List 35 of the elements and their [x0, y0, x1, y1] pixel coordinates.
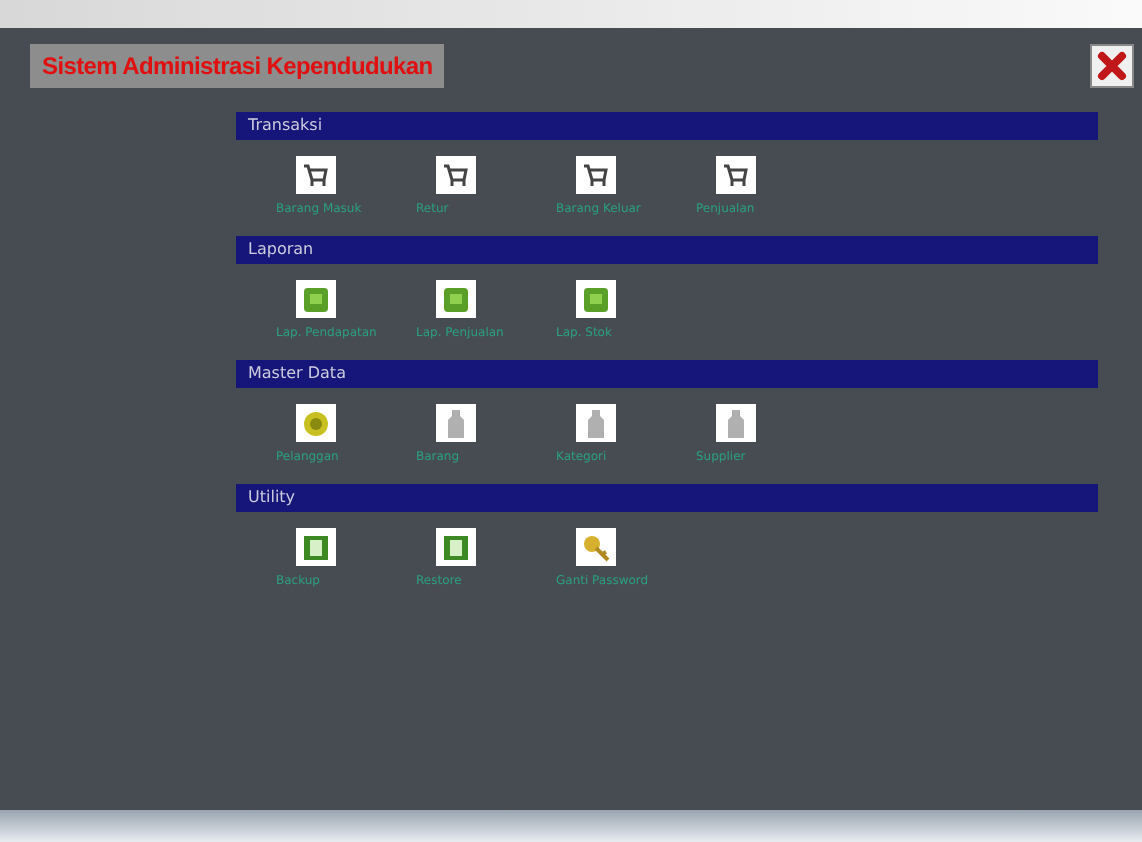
- cart-icon: [722, 161, 750, 189]
- menu-tile[interactable]: [576, 156, 616, 194]
- section-header: Laporan: [236, 236, 1098, 264]
- cart-icon: [442, 161, 470, 189]
- menu-tile[interactable]: [576, 528, 616, 566]
- section-header: Transaksi: [236, 112, 1098, 140]
- door-icon: [442, 533, 470, 561]
- bottle-icon: [446, 409, 466, 437]
- bottle-icon: [726, 409, 746, 437]
- menu-tile[interactable]: [296, 156, 336, 194]
- smiley-icon: [302, 409, 330, 437]
- door-icon: [302, 533, 330, 561]
- menu-tile[interactable]: [436, 404, 476, 442]
- menu-tile[interactable]: [296, 404, 336, 442]
- menu-tile[interactable]: [296, 280, 336, 318]
- report-icon: [442, 285, 470, 313]
- bottle-icon: [586, 409, 606, 437]
- report-icon: [302, 285, 330, 313]
- section-header: Utility: [236, 484, 1098, 512]
- close-button[interactable]: [1090, 44, 1134, 88]
- menu-tile[interactable]: [576, 404, 616, 442]
- report-icon: [582, 285, 610, 313]
- section-header: Master Data: [236, 360, 1098, 388]
- key-icon: [582, 533, 610, 561]
- menu-tile[interactable]: [436, 280, 476, 318]
- menu-tile[interactable]: [436, 528, 476, 566]
- cart-icon: [582, 161, 610, 189]
- close-icon: [1096, 50, 1128, 82]
- menu-tile[interactable]: [296, 528, 336, 566]
- menu-tile[interactable]: [716, 156, 756, 194]
- menu-tile[interactable]: [436, 156, 476, 194]
- cart-icon: [302, 161, 330, 189]
- menu-tile[interactable]: [576, 280, 616, 318]
- app-title: Sistem Administrasi Kependudukan: [30, 44, 445, 88]
- menu-tile[interactable]: [716, 404, 756, 442]
